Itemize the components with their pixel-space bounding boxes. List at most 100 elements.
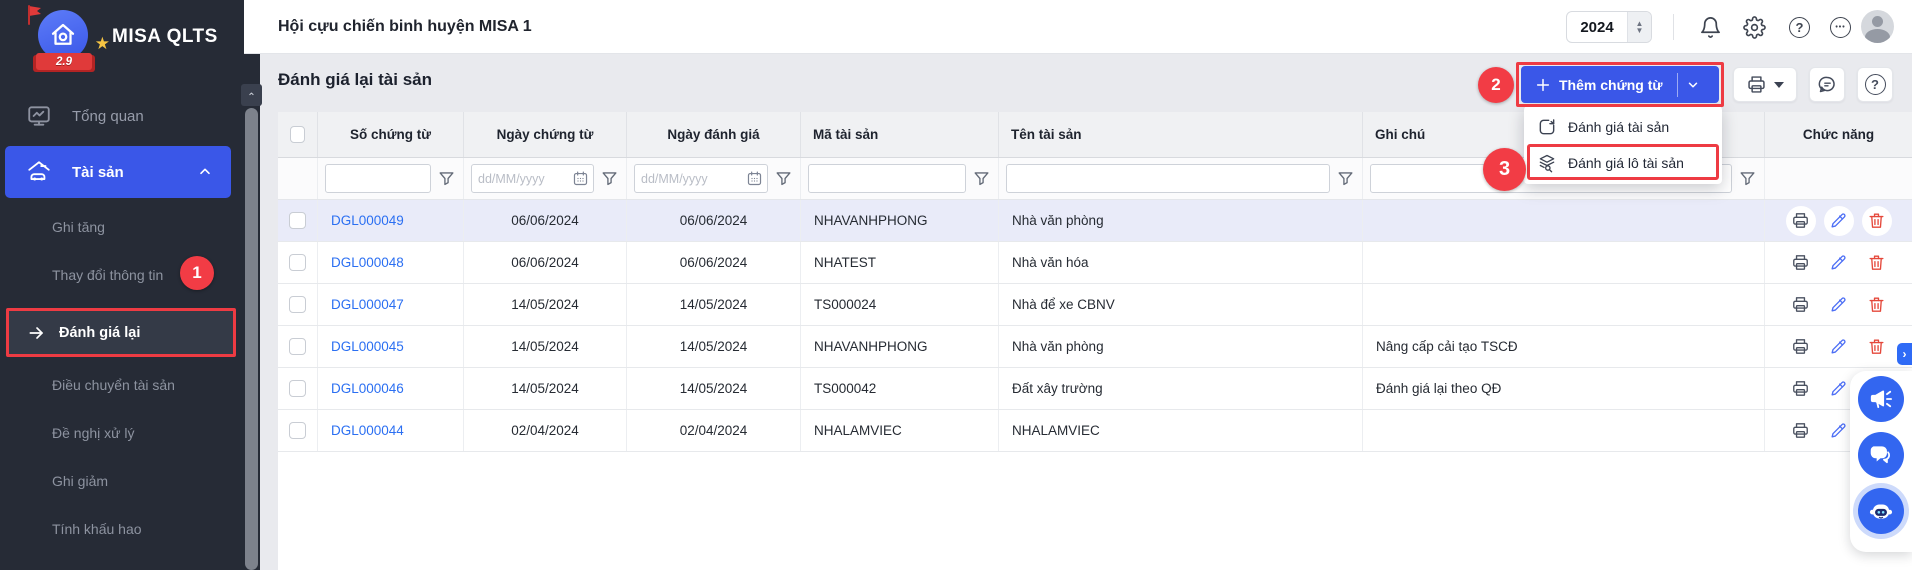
column-header[interactable]: Ngày chứng từ	[464, 112, 627, 157]
year-stepper[interactable]	[1627, 12, 1651, 42]
document-link[interactable]: DGL000045	[331, 339, 404, 354]
chevron-down-icon[interactable]	[1678, 78, 1708, 92]
help-button[interactable]	[1857, 67, 1893, 102]
sidebar-subitem-dieu-chuyen-tai-san[interactable]: Điều chuyển tài sản	[52, 375, 175, 395]
row-checkbox[interactable]	[289, 254, 306, 271]
avatar-person-icon	[1872, 16, 1883, 27]
filter-funnel-icon[interactable]	[1738, 169, 1757, 188]
table-row: DGL000047 14/05/2024 14/05/2024 TS000024…	[278, 284, 1912, 326]
edit-row-button[interactable]	[1824, 416, 1854, 446]
delete-row-button[interactable]	[1862, 332, 1892, 362]
print-row-button[interactable]	[1786, 290, 1816, 320]
asset-house-car-icon	[26, 159, 52, 185]
header-divider	[1673, 14, 1674, 40]
cell-ngay-danh-gia: 14/05/2024	[627, 368, 801, 409]
filter-funnel-icon[interactable]	[972, 169, 991, 188]
cell-ngay-chung-tu: 02/04/2024	[464, 410, 627, 451]
page-title: Đánh giá lại tài sản	[278, 70, 432, 90]
calendar-icon[interactable]	[746, 170, 763, 187]
filter-funnel-icon[interactable]	[600, 169, 619, 188]
row-actions	[1765, 284, 1912, 325]
print-row-button[interactable]	[1786, 332, 1816, 362]
expand-panel-tab[interactable]	[1897, 343, 1912, 365]
cell-ma-tai-san: TS000024	[801, 284, 999, 325]
assistant-bot-button[interactable]	[1858, 488, 1904, 534]
announcements-button[interactable]	[1858, 376, 1904, 422]
column-header[interactable]: Số chứng từ	[318, 112, 464, 157]
document-link[interactable]: DGL000048	[331, 255, 404, 270]
feedback-chat-button[interactable]	[1809, 67, 1845, 102]
scrollbar-thumb[interactable]	[245, 108, 258, 570]
column-header[interactable]: Ngày đánh giá	[627, 112, 801, 157]
chat-bubbles-icon	[1868, 442, 1894, 468]
notifications-bell-icon[interactable]	[1699, 16, 1722, 39]
document-link[interactable]: DGL000049	[331, 213, 404, 228]
column-header[interactable]: Mã tài sản	[801, 112, 999, 157]
document-link[interactable]: DGL000047	[331, 297, 404, 312]
row-checkbox[interactable]	[289, 212, 306, 229]
cell-ngay-danh-gia: 02/04/2024	[627, 410, 801, 451]
sidebar-subitem-thay-doi-thong-tin[interactable]: Thay đổi thông tin	[52, 265, 163, 285]
cell-ten-tai-san: NHALAMVIEC	[999, 410, 1363, 451]
cell-ten-tai-san: Nhà văn phòng	[999, 326, 1363, 367]
sidebar-subitem-danh-gia-lai-active[interactable]: Đánh giá lại	[6, 308, 236, 357]
filter-so-chung-tu-input[interactable]	[325, 164, 431, 193]
question-icon	[1865, 74, 1886, 95]
document-link[interactable]: DGL000044	[331, 423, 404, 438]
version-badge: 2.9	[36, 53, 92, 70]
sidebar-item-tai-san[interactable]: Tài sản	[5, 146, 231, 198]
print-row-button[interactable]	[1786, 374, 1816, 404]
more-options-icon[interactable]	[1830, 17, 1851, 38]
year-selector[interactable]: 2024	[1566, 11, 1652, 43]
print-menu-button[interactable]	[1733, 67, 1797, 102]
delete-row-button[interactable]	[1862, 206, 1892, 236]
user-avatar[interactable]	[1861, 10, 1894, 43]
print-row-button[interactable]	[1786, 416, 1816, 446]
row-checkbox[interactable]	[289, 338, 306, 355]
help-icon[interactable]	[1789, 17, 1810, 38]
menu-item-label: Đánh giá tài sản	[1568, 119, 1669, 135]
edit-row-button[interactable]	[1824, 290, 1854, 320]
print-row-button[interactable]	[1786, 206, 1816, 236]
sidebar-subitem-label: Đánh giá lại	[59, 325, 140, 341]
settings-gear-icon[interactable]	[1743, 16, 1766, 39]
cell-ma-tai-san: NHATEST	[801, 242, 999, 283]
sidebar-subitem-tinh-khau-hao[interactable]: Tính khấu hao	[52, 519, 142, 539]
sidebar-subitem-de-nghi-xu-ly[interactable]: Đề nghị xử lý	[52, 423, 135, 443]
app-window: 2.9 MISA QLTS Tổng quan Tài sản	[0, 0, 1912, 570]
edit-row-button[interactable]	[1824, 332, 1854, 362]
row-checkbox[interactable]	[289, 296, 306, 313]
row-checkbox[interactable]	[289, 380, 306, 397]
edit-row-button[interactable]	[1824, 248, 1854, 278]
menu-item-danh-gia-lo-tai-san[interactable]: Đánh giá lô tài sản	[1524, 145, 1722, 181]
filter-ten-tai-san-input[interactable]	[1006, 164, 1330, 193]
filter-funnel-icon[interactable]	[1336, 169, 1355, 188]
edit-row-button[interactable]	[1824, 374, 1854, 404]
select-all-checkbox[interactable]	[290, 126, 305, 143]
column-header[interactable]: Tên tài sản	[999, 112, 1363, 157]
delete-row-button[interactable]	[1862, 248, 1892, 278]
table-row: DGL000048 06/06/2024 06/06/2024 NHATEST …	[278, 242, 1912, 284]
floating-assistant-panel	[1850, 371, 1912, 552]
sidebar-subitem-ghi-tang[interactable]: Ghi tăng	[52, 217, 105, 237]
calendar-icon[interactable]	[572, 170, 589, 187]
add-document-button[interactable]: Thêm chứng từ	[1521, 66, 1719, 103]
row-checkbox[interactable]	[289, 422, 306, 439]
cell-ghi-chu	[1363, 200, 1765, 241]
sidebar-subitem-ghi-giam[interactable]: Ghi giảm	[52, 471, 108, 491]
support-chat-button[interactable]	[1858, 432, 1904, 478]
filter-funnel-icon[interactable]	[437, 169, 456, 188]
sidebar-item-tong-quan[interactable]: Tổng quan	[0, 96, 244, 136]
print-row-button[interactable]	[1786, 248, 1816, 278]
delete-row-button[interactable]	[1862, 290, 1892, 320]
scroll-up-button[interactable]	[241, 84, 262, 106]
filter-funnel-icon[interactable]	[774, 169, 793, 188]
document-link[interactable]: DGL000046	[331, 381, 404, 396]
layers-search-icon	[1537, 153, 1557, 173]
filter-ma-tai-san-input[interactable]	[808, 164, 966, 193]
top-header: Hội cựu chiến binh huyện MISA 1 2024	[244, 0, 1912, 54]
menu-item-danh-gia-tai-san[interactable]: Đánh giá tài sản	[1524, 109, 1722, 145]
history-clock-icon	[1537, 117, 1557, 137]
cell-ghi-chu	[1363, 284, 1765, 325]
edit-row-button[interactable]	[1824, 206, 1854, 236]
